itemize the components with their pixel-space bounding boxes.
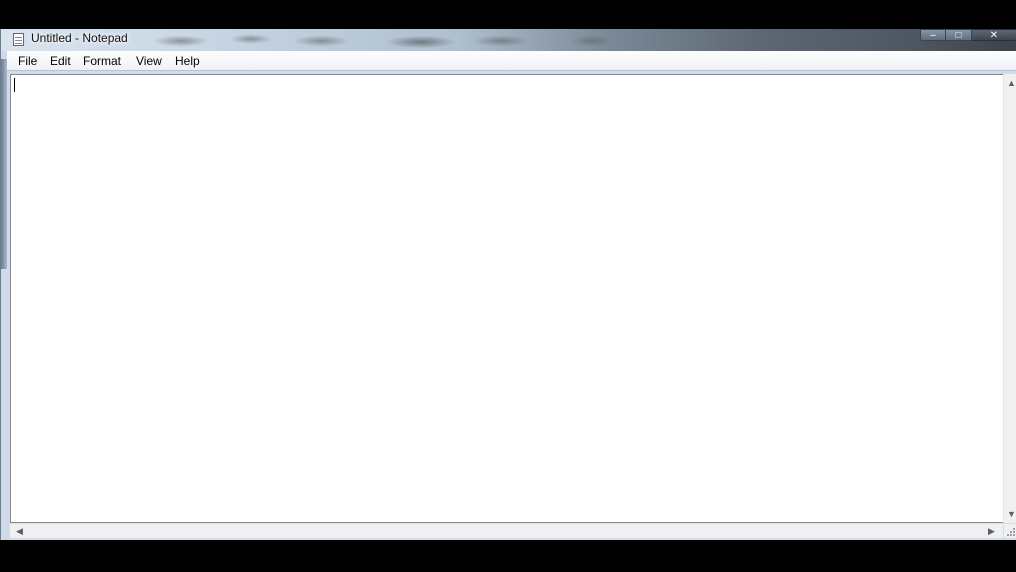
scroll-left-icon[interactable]: ◀: [16, 526, 23, 536]
menu-edit[interactable]: Edit: [50, 54, 71, 68]
menu-view[interactable]: View: [136, 54, 162, 68]
scroll-up-icon[interactable]: ▲: [1007, 78, 1016, 88]
menu-file[interactable]: File: [18, 54, 37, 68]
maximize-button[interactable]: □: [946, 29, 972, 41]
horizontal-scrollbar[interactable]: ◀ ▶: [10, 523, 1003, 538]
menu-format[interactable]: Format: [83, 54, 121, 68]
text-editor[interactable]: [10, 74, 1004, 523]
text-caret: [14, 78, 15, 92]
scroll-right-icon[interactable]: ▶: [988, 526, 995, 536]
notepad-window: Untitled - Notepad – □ ✕ File Edit Forma…: [0, 29, 1016, 540]
window-title: Untitled - Notepad: [31, 31, 128, 45]
menu-bar: File Edit Format View Help: [7, 51, 1016, 71]
notepad-icon[interactable]: [13, 33, 24, 46]
close-button[interactable]: ✕: [972, 29, 1016, 41]
window-frame-edge: [1, 59, 7, 269]
scroll-down-icon[interactable]: ▼: [1007, 509, 1016, 519]
resize-grip-icon[interactable]: [1004, 524, 1016, 538]
title-bar[interactable]: Untitled - Notepad – □ ✕: [1, 29, 1016, 51]
minimize-button[interactable]: –: [920, 29, 946, 41]
menu-help[interactable]: Help: [175, 54, 200, 68]
vertical-scrollbar[interactable]: ▲ ▼: [1003, 74, 1016, 523]
